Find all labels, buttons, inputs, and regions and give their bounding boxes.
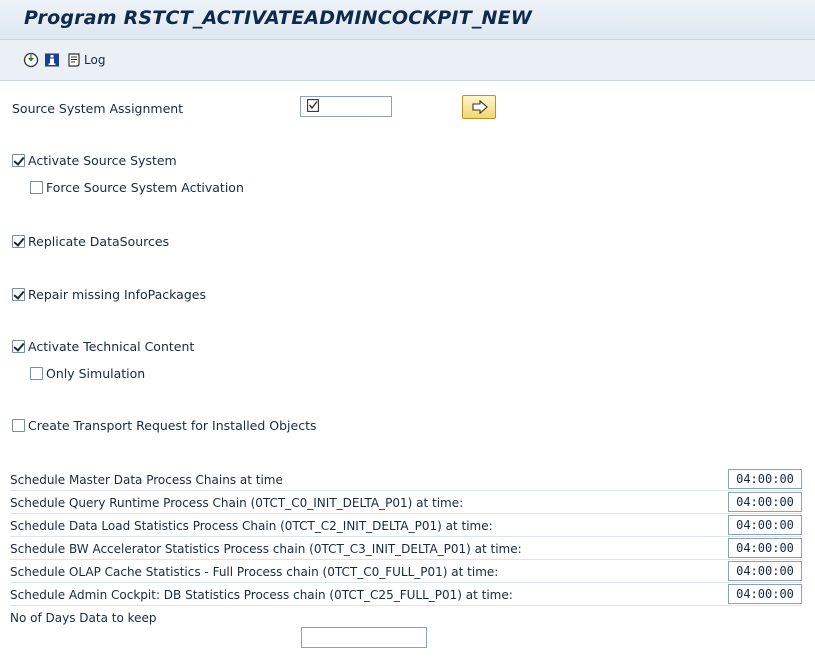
log-icon bbox=[66, 52, 82, 68]
schedule-time-field[interactable]: 04:00:00 bbox=[728, 561, 802, 581]
execute-icon bbox=[23, 52, 39, 68]
checkbox-label: Create Transport Request for Installed O… bbox=[28, 418, 317, 433]
checkbox-box bbox=[12, 288, 25, 301]
checkbox-box bbox=[12, 419, 25, 432]
log-label: Log bbox=[84, 53, 106, 67]
schedule-label: Schedule Query Runtime Process Chain (0T… bbox=[10, 496, 464, 510]
days-to-keep-field[interactable] bbox=[301, 627, 427, 648]
checkbox-box bbox=[12, 340, 25, 353]
activate-source-system-checkbox[interactable]: Activate Source System bbox=[12, 153, 177, 168]
only-simulation-checkbox[interactable]: Only Simulation bbox=[30, 366, 145, 381]
repair-missing-infopackages-checkbox[interactable]: Repair missing InfoPackages bbox=[12, 287, 206, 302]
schedule-time-field[interactable]: 04:00:00 bbox=[728, 584, 802, 604]
checkbox-box bbox=[30, 367, 43, 380]
days-to-keep-row: No of Days Data to keep bbox=[10, 607, 802, 628]
source-system-label: Source System Assignment bbox=[12, 101, 184, 116]
activate-technical-content-checkbox[interactable]: Activate Technical Content bbox=[12, 339, 194, 354]
schedule-row: Schedule BW Accelerator Statistics Proce… bbox=[10, 538, 802, 560]
checkbox-label: Activate Technical Content bbox=[28, 339, 195, 354]
checkbox-box bbox=[30, 181, 43, 194]
page-title: Program RSTCT_ACTIVATEADMINCOCKPIT_NEW bbox=[24, 7, 532, 29]
checkbox-box bbox=[12, 154, 25, 167]
execute-button[interactable] bbox=[23, 51, 39, 69]
schedule-row: Schedule Admin Cockpit: DB Statistics Pr… bbox=[10, 584, 802, 606]
checkbox-label: Only Simulation bbox=[46, 366, 146, 381]
checkbox-label: Force Source System Activation bbox=[46, 180, 244, 195]
create-transport-request-checkbox[interactable]: Create Transport Request for Installed O… bbox=[12, 418, 317, 433]
title-bar: Program RSTCT_ACTIVATEADMINCOCKPIT_NEW bbox=[0, 0, 815, 40]
checkbox-label: Repair missing InfoPackages bbox=[28, 287, 206, 302]
selection-screen: Source System Assignment Activate Source… bbox=[0, 81, 815, 661]
schedule-time-field[interactable]: 04:00:00 bbox=[728, 492, 802, 512]
info-icon bbox=[44, 52, 60, 68]
schedule-row: Schedule Master Data Process Chains at t… bbox=[10, 469, 802, 491]
schedule-time-field[interactable]: 04:00:00 bbox=[728, 515, 802, 535]
schedule-label: Schedule BW Accelerator Statistics Proce… bbox=[10, 542, 522, 556]
checklist-icon bbox=[307, 99, 319, 115]
replicate-datasources-checkbox[interactable]: Replicate DataSources bbox=[12, 234, 169, 249]
schedule-time-field[interactable]: 04:00:00 bbox=[728, 469, 802, 489]
schedule-row: Schedule Data Load Statistics Process Ch… bbox=[10, 515, 802, 537]
checkbox-label: Activate Source System bbox=[28, 153, 177, 168]
log-button[interactable]: Log bbox=[66, 51, 105, 69]
source-system-field[interactable] bbox=[300, 96, 392, 117]
schedule-label: Schedule Data Load Statistics Process Ch… bbox=[10, 519, 493, 533]
arrow-right-icon bbox=[472, 99, 488, 117]
source-system-execute-button[interactable] bbox=[462, 95, 496, 119]
force-source-system-activation-checkbox[interactable]: Force Source System Activation bbox=[30, 180, 244, 195]
schedule-time-field[interactable]: 04:00:00 bbox=[728, 538, 802, 558]
application-toolbar: Log bbox=[0, 40, 815, 81]
checkbox-box bbox=[12, 235, 25, 248]
checkbox-label: Replicate DataSources bbox=[28, 234, 170, 249]
schedule-label: Schedule OLAP Cache Statistics - Full Pr… bbox=[10, 565, 499, 579]
schedule-row: Schedule Query Runtime Process Chain (0T… bbox=[10, 492, 802, 514]
schedule-label: Schedule Master Data Process Chains at t… bbox=[10, 473, 283, 487]
info-button[interactable] bbox=[44, 51, 60, 69]
schedule-label: Schedule Admin Cockpit: DB Statistics Pr… bbox=[10, 588, 513, 602]
days-to-keep-label: No of Days Data to keep bbox=[10, 611, 157, 625]
schedule-row: Schedule OLAP Cache Statistics - Full Pr… bbox=[10, 561, 802, 583]
